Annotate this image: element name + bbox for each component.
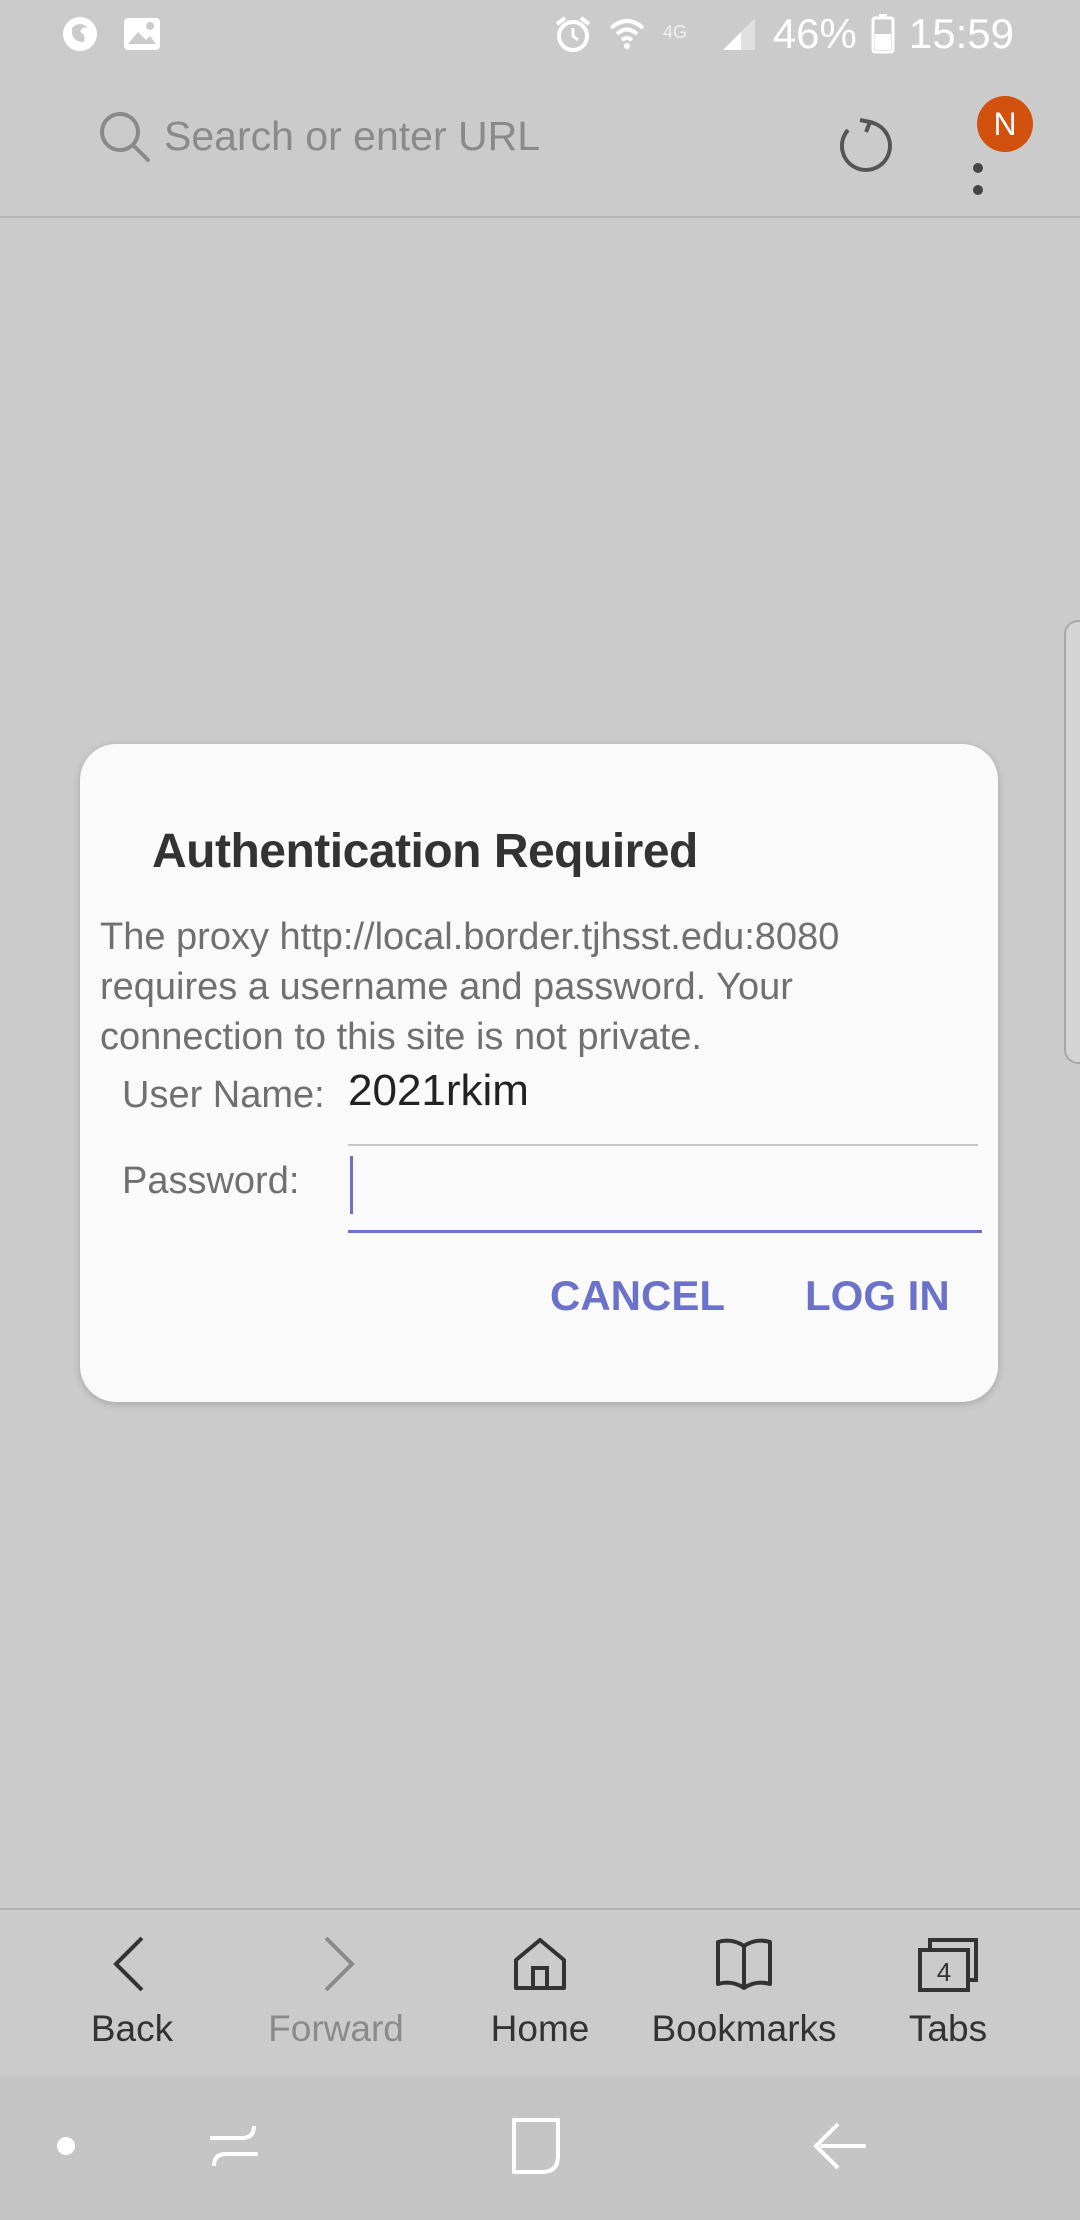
bookmarks-label: Bookmarks: [651, 2008, 837, 2049]
home-button[interactable]: Home: [440, 1934, 640, 2050]
password-field[interactable]: [348, 1148, 982, 1233]
avatar-letter: N: [993, 105, 1017, 142]
tabs-label: Tabs: [908, 2008, 988, 2049]
password-label: Password:: [122, 1160, 300, 1202]
4g-icon: 4G: [663, 22, 687, 42]
username-field[interactable]: 2021rkim: [348, 1066, 529, 1116]
dot-icon[interactable]: [56, 2136, 76, 2156]
cancel-button[interactable]: CANCEL: [550, 1272, 725, 1320]
reload-icon[interactable]: [834, 116, 894, 176]
chevron-right-icon: [324, 1936, 355, 1992]
status-bar: 4G 46% 15:59: [0, 0, 1080, 72]
firefox-icon: [63, 17, 97, 51]
forward-label: Forward: [268, 2008, 404, 2049]
bookmarks-icon: [716, 1938, 772, 1990]
signal-icon: [722, 18, 755, 50]
text-cursor: [350, 1156, 353, 1214]
bottom-toolbar: Back Forward Home Bookmarks 4 Tabs: [0, 1908, 1080, 2078]
bookmarks-button[interactable]: Bookmarks: [644, 1934, 844, 2050]
account-avatar[interactable]: N: [977, 96, 1033, 152]
battery-icon: [871, 14, 895, 54]
back-label: Back: [90, 2008, 174, 2049]
search-icon: [100, 112, 150, 162]
username-label: User Name:: [122, 1074, 325, 1116]
status-bar-right: 4G 46% 15:59: [553, 10, 1014, 58]
dialog-message: The proxy http://local.border.tjhsst.edu…: [100, 916, 840, 1058]
image-icon: [124, 18, 160, 50]
battery-percent: 46%: [772, 10, 857, 57]
back-nav-icon[interactable]: [812, 2120, 868, 2172]
alarm-icon: [555, 16, 591, 52]
home-nav-icon[interactable]: [508, 2116, 564, 2176]
recents-icon[interactable]: [206, 2118, 262, 2174]
auth-dialog: Authentication Required The proxy http:/…: [80, 744, 998, 1402]
url-bar[interactable]: [96, 108, 814, 164]
home-icon: [514, 1938, 566, 1990]
tabs-icon: 4: [918, 1938, 978, 1992]
menu-icon[interactable]: [972, 162, 984, 202]
dialog-title: Authentication Required: [152, 825, 698, 878]
chevron-left-icon: [113, 1936, 144, 1992]
svg-text:4G: 4G: [663, 22, 687, 42]
edge-panel-handle[interactable]: [1064, 620, 1080, 1064]
browser-toolbar: N: [0, 72, 1080, 218]
back-button[interactable]: Back: [32, 1934, 232, 2050]
wifi-icon: [609, 19, 645, 49]
home-label: Home: [490, 2008, 590, 2049]
status-bar-left: [60, 14, 162, 54]
clock: 15:59: [908, 10, 1014, 57]
url-input[interactable]: [164, 112, 814, 160]
username-underline: [348, 1144, 978, 1146]
login-button[interactable]: LOG IN: [805, 1272, 950, 1320]
system-nav-bar: [0, 2076, 1080, 2220]
forward-button[interactable]: Forward: [236, 1934, 436, 2050]
tabs-button[interactable]: 4 Tabs: [848, 1934, 1048, 2050]
tab-count: 4: [937, 1957, 951, 1987]
